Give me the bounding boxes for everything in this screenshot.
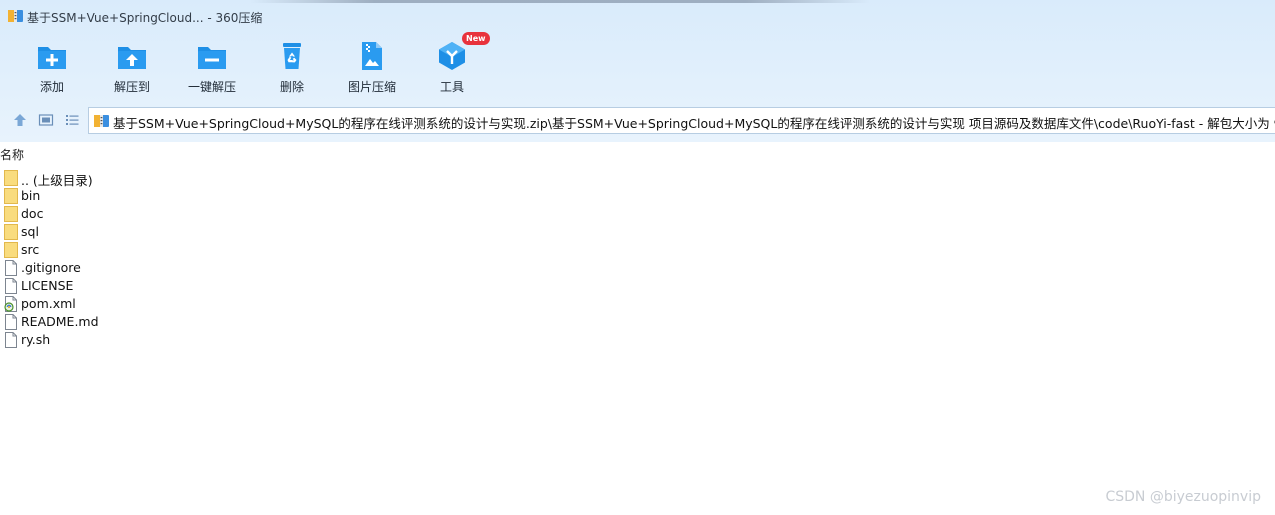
file-icon xyxy=(5,260,17,276)
title-bar-shadow xyxy=(250,0,870,3)
add-label: 添加 xyxy=(39,80,64,94)
file-name: bin xyxy=(21,188,41,203)
image-compress-icon xyxy=(362,42,382,70)
address-bar[interactable]: 基于SSM+Vue+SpringCloud+MySQL的程序在线评测系统的设计与… xyxy=(88,107,1275,134)
extract-to-icon xyxy=(118,47,146,69)
tools-button[interactable]: New 工具 xyxy=(412,32,492,98)
list-view-icon[interactable] xyxy=(64,112,80,128)
file-name: sql xyxy=(21,224,39,239)
folder-icon xyxy=(4,242,18,258)
list-item[interactable]: .. (上级目录) xyxy=(4,169,204,188)
file-name: pom.xml xyxy=(21,296,76,311)
address-row: 基于SSM+Vue+SpringCloud+MySQL的程序在线评测系统的设计与… xyxy=(0,107,1275,134)
title-bar[interactable]: 基于SSM+Vue+SpringCloud... - 360压缩 xyxy=(0,0,1275,32)
list-item[interactable]: .gitignore xyxy=(4,259,204,277)
list-item[interactable]: doc xyxy=(4,205,204,223)
file-name: .gitignore xyxy=(21,260,81,275)
folder-icon xyxy=(4,170,18,186)
xml-file-icon xyxy=(4,296,17,312)
archive-app-icon xyxy=(8,10,23,22)
list-item[interactable]: src xyxy=(4,241,204,259)
file-icon xyxy=(5,332,17,348)
window-title: 基于SSM+Vue+SpringCloud... - 360压缩 xyxy=(27,11,263,25)
list-item[interactable]: bin xyxy=(4,187,204,205)
image-compress-button[interactable]: 图片压缩 xyxy=(332,36,412,98)
archive-icon xyxy=(94,115,109,127)
tools-cube-icon xyxy=(439,42,465,70)
window-chrome: 基于SSM+Vue+SpringCloud... - 360压缩 添加 解压到 … xyxy=(0,0,1275,142)
file-name: LICENSE xyxy=(21,278,74,293)
one-click-extract-button[interactable]: 一键解压 xyxy=(172,36,252,98)
file-name: doc xyxy=(21,206,44,221)
list-item[interactable]: README.md xyxy=(4,313,204,331)
file-icon xyxy=(5,278,17,294)
toolbar: 添加 解压到 一键解压 删除 图片压缩 New 工具 xyxy=(0,32,520,98)
new-badge: New xyxy=(462,32,490,45)
list-item[interactable]: LICENSE xyxy=(4,277,204,295)
extract-to-label: 解压到 xyxy=(113,80,150,94)
delete-button[interactable]: 删除 xyxy=(252,36,332,98)
address-path: 基于SSM+Vue+SpringCloud+MySQL的程序在线评测系统的设计与… xyxy=(113,116,1275,131)
add-icon xyxy=(38,47,66,69)
delete-label: 删除 xyxy=(279,80,304,94)
watermark: CSDN @biyezuopinvip xyxy=(1105,489,1261,505)
up-arrow-icon[interactable] xyxy=(12,112,28,128)
tools-label: 工具 xyxy=(439,80,464,94)
one-click-extract-label: 一键解压 xyxy=(187,80,236,94)
recycle-bin-icon xyxy=(283,43,301,69)
list-item[interactable]: ry.sh xyxy=(4,331,204,349)
file-name: src xyxy=(21,242,40,257)
thumbnail-view-icon[interactable] xyxy=(38,112,54,128)
file-name: ry.sh xyxy=(21,332,51,347)
one-click-extract-icon xyxy=(198,47,226,69)
app-window: 基于SSM+Vue+SpringCloud... - 360压缩 添加 解压到 … xyxy=(0,0,1275,515)
folder-icon xyxy=(4,224,18,240)
file-icon xyxy=(5,314,17,330)
folder-icon xyxy=(4,188,18,204)
column-header-name[interactable]: 名称 xyxy=(0,146,24,163)
file-name: README.md xyxy=(21,314,99,329)
image-compress-label: 图片压缩 xyxy=(347,80,396,94)
add-button[interactable]: 添加 xyxy=(12,36,92,98)
list-item[interactable]: pom.xml xyxy=(4,295,204,313)
file-list: 名称 .. (上级目录) bin doc sql src .gitignore … xyxy=(0,142,1275,515)
list-item[interactable]: sql xyxy=(4,223,204,241)
extract-to-button[interactable]: 解压到 xyxy=(92,36,172,98)
folder-icon xyxy=(4,206,18,222)
